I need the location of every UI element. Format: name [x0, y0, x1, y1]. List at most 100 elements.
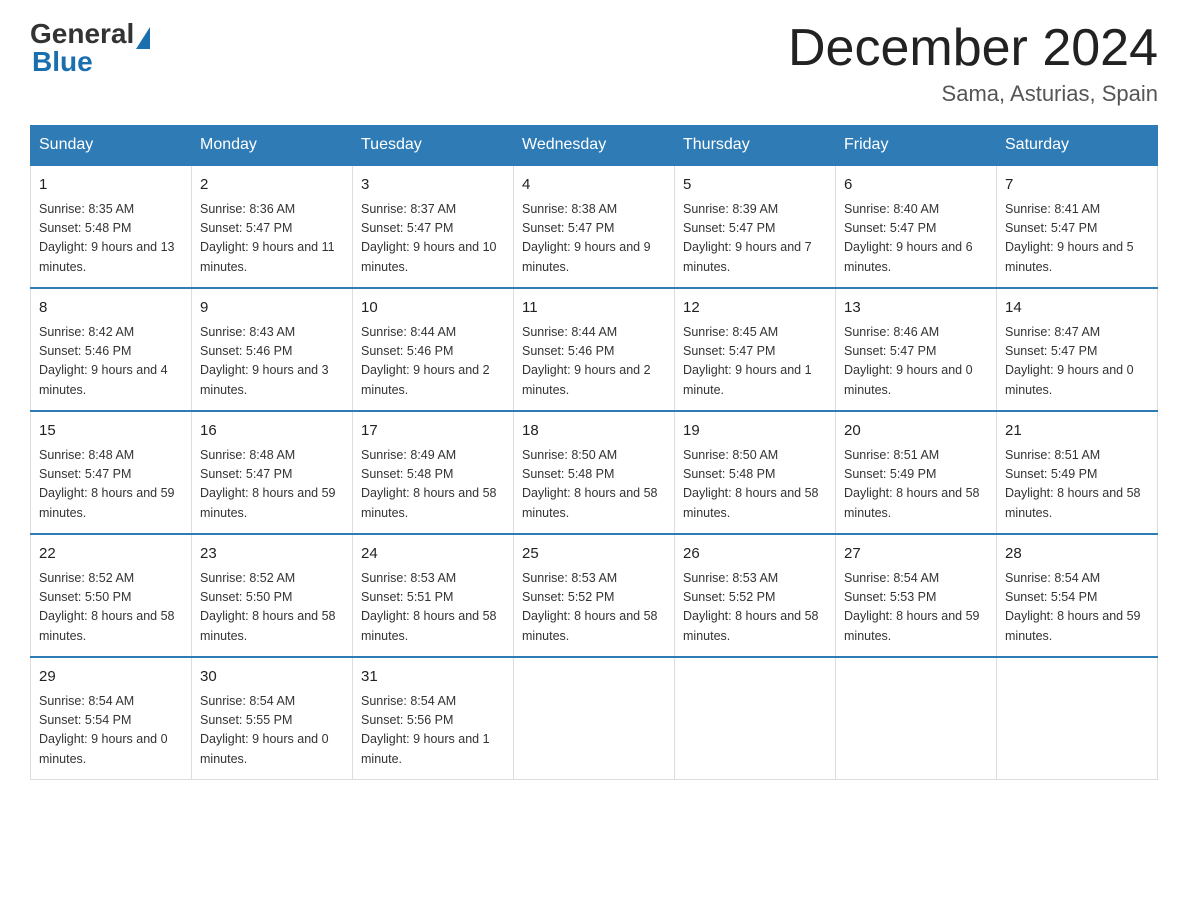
calendar-day-cell: 28 Sunrise: 8:54 AMSunset: 5:54 PMDaylig…: [997, 534, 1158, 657]
calendar-day-cell: 31 Sunrise: 8:54 AMSunset: 5:56 PMDaylig…: [353, 657, 514, 780]
day-number: 27: [844, 543, 988, 566]
calendar-title: December 2024: [788, 20, 1158, 77]
day-info: Sunrise: 8:44 AMSunset: 5:46 PMDaylight:…: [522, 325, 651, 397]
calendar-day-cell: 21 Sunrise: 8:51 AMSunset: 5:49 PMDaylig…: [997, 411, 1158, 534]
day-info: Sunrise: 8:42 AMSunset: 5:46 PMDaylight:…: [39, 325, 168, 397]
calendar-table: SundayMondayTuesdayWednesdayThursdayFrid…: [30, 125, 1158, 780]
day-info: Sunrise: 8:54 AMSunset: 5:54 PMDaylight:…: [1005, 571, 1141, 643]
calendar-week-row: 1 Sunrise: 8:35 AMSunset: 5:48 PMDayligh…: [31, 165, 1158, 288]
day-info: Sunrise: 8:43 AMSunset: 5:46 PMDaylight:…: [200, 325, 329, 397]
day-number: 20: [844, 420, 988, 443]
calendar-day-cell: 13 Sunrise: 8:46 AMSunset: 5:47 PMDaylig…: [836, 288, 997, 411]
day-info: Sunrise: 8:52 AMSunset: 5:50 PMDaylight:…: [39, 571, 175, 643]
day-number: 23: [200, 543, 344, 566]
calendar-empty-cell: [675, 657, 836, 780]
day-number: 16: [200, 420, 344, 443]
calendar-day-cell: 16 Sunrise: 8:48 AMSunset: 5:47 PMDaylig…: [192, 411, 353, 534]
day-info: Sunrise: 8:51 AMSunset: 5:49 PMDaylight:…: [844, 448, 980, 520]
day-number: 31: [361, 666, 505, 689]
weekday-header-monday: Monday: [192, 126, 353, 166]
calendar-empty-cell: [514, 657, 675, 780]
calendar-day-cell: 19 Sunrise: 8:50 AMSunset: 5:48 PMDaylig…: [675, 411, 836, 534]
day-info: Sunrise: 8:53 AMSunset: 5:52 PMDaylight:…: [522, 571, 658, 643]
day-info: Sunrise: 8:44 AMSunset: 5:46 PMDaylight:…: [361, 325, 490, 397]
day-number: 4: [522, 174, 666, 197]
weekday-header-wednesday: Wednesday: [514, 126, 675, 166]
day-info: Sunrise: 8:36 AMSunset: 5:47 PMDaylight:…: [200, 202, 335, 274]
day-number: 25: [522, 543, 666, 566]
day-number: 24: [361, 543, 505, 566]
logo-triangle-icon: [136, 27, 150, 49]
day-number: 9: [200, 297, 344, 320]
day-number: 3: [361, 174, 505, 197]
calendar-day-cell: 8 Sunrise: 8:42 AMSunset: 5:46 PMDayligh…: [31, 288, 192, 411]
calendar-day-cell: 3 Sunrise: 8:37 AMSunset: 5:47 PMDayligh…: [353, 165, 514, 288]
day-number: 2: [200, 174, 344, 197]
day-info: Sunrise: 8:52 AMSunset: 5:50 PMDaylight:…: [200, 571, 336, 643]
day-info: Sunrise: 8:48 AMSunset: 5:47 PMDaylight:…: [200, 448, 336, 520]
day-number: 26: [683, 543, 827, 566]
calendar-day-cell: 23 Sunrise: 8:52 AMSunset: 5:50 PMDaylig…: [192, 534, 353, 657]
calendar-day-cell: 6 Sunrise: 8:40 AMSunset: 5:47 PMDayligh…: [836, 165, 997, 288]
logo-blue: Blue: [32, 48, 93, 76]
day-info: Sunrise: 8:48 AMSunset: 5:47 PMDaylight:…: [39, 448, 175, 520]
day-info: Sunrise: 8:49 AMSunset: 5:48 PMDaylight:…: [361, 448, 497, 520]
day-number: 22: [39, 543, 183, 566]
page-header: General Blue December 2024 Sama, Asturia…: [30, 20, 1158, 107]
day-info: Sunrise: 8:50 AMSunset: 5:48 PMDaylight:…: [522, 448, 658, 520]
weekday-header-tuesday: Tuesday: [353, 126, 514, 166]
calendar-day-cell: 27 Sunrise: 8:54 AMSunset: 5:53 PMDaylig…: [836, 534, 997, 657]
day-info: Sunrise: 8:46 AMSunset: 5:47 PMDaylight:…: [844, 325, 973, 397]
calendar-day-cell: 5 Sunrise: 8:39 AMSunset: 5:47 PMDayligh…: [675, 165, 836, 288]
day-number: 14: [1005, 297, 1149, 320]
calendar-day-cell: 12 Sunrise: 8:45 AMSunset: 5:47 PMDaylig…: [675, 288, 836, 411]
day-info: Sunrise: 8:47 AMSunset: 5:47 PMDaylight:…: [1005, 325, 1134, 397]
day-info: Sunrise: 8:54 AMSunset: 5:55 PMDaylight:…: [200, 694, 329, 766]
day-info: Sunrise: 8:53 AMSunset: 5:51 PMDaylight:…: [361, 571, 497, 643]
calendar-day-cell: 15 Sunrise: 8:48 AMSunset: 5:47 PMDaylig…: [31, 411, 192, 534]
calendar-day-cell: 14 Sunrise: 8:47 AMSunset: 5:47 PMDaylig…: [997, 288, 1158, 411]
day-number: 1: [39, 174, 183, 197]
weekday-header-sunday: Sunday: [31, 126, 192, 166]
calendar-week-row: 8 Sunrise: 8:42 AMSunset: 5:46 PMDayligh…: [31, 288, 1158, 411]
calendar-day-cell: 22 Sunrise: 8:52 AMSunset: 5:50 PMDaylig…: [31, 534, 192, 657]
calendar-day-cell: 4 Sunrise: 8:38 AMSunset: 5:47 PMDayligh…: [514, 165, 675, 288]
calendar-subtitle: Sama, Asturias, Spain: [788, 81, 1158, 107]
calendar-day-cell: 10 Sunrise: 8:44 AMSunset: 5:46 PMDaylig…: [353, 288, 514, 411]
day-number: 17: [361, 420, 505, 443]
day-info: Sunrise: 8:51 AMSunset: 5:49 PMDaylight:…: [1005, 448, 1141, 520]
day-number: 5: [683, 174, 827, 197]
calendar-day-cell: 26 Sunrise: 8:53 AMSunset: 5:52 PMDaylig…: [675, 534, 836, 657]
day-info: Sunrise: 8:53 AMSunset: 5:52 PMDaylight:…: [683, 571, 819, 643]
weekday-header-thursday: Thursday: [675, 126, 836, 166]
day-info: Sunrise: 8:40 AMSunset: 5:47 PMDaylight:…: [844, 202, 973, 274]
calendar-day-cell: 25 Sunrise: 8:53 AMSunset: 5:52 PMDaylig…: [514, 534, 675, 657]
calendar-day-cell: 30 Sunrise: 8:54 AMSunset: 5:55 PMDaylig…: [192, 657, 353, 780]
day-number: 7: [1005, 174, 1149, 197]
day-info: Sunrise: 8:54 AMSunset: 5:54 PMDaylight:…: [39, 694, 168, 766]
day-number: 12: [683, 297, 827, 320]
day-number: 6: [844, 174, 988, 197]
day-number: 8: [39, 297, 183, 320]
day-info: Sunrise: 8:35 AMSunset: 5:48 PMDaylight:…: [39, 202, 175, 274]
calendar-day-cell: 11 Sunrise: 8:44 AMSunset: 5:46 PMDaylig…: [514, 288, 675, 411]
day-number: 19: [683, 420, 827, 443]
day-info: Sunrise: 8:54 AMSunset: 5:56 PMDaylight:…: [361, 694, 490, 766]
day-number: 11: [522, 297, 666, 320]
calendar-day-cell: 2 Sunrise: 8:36 AMSunset: 5:47 PMDayligh…: [192, 165, 353, 288]
calendar-day-cell: 18 Sunrise: 8:50 AMSunset: 5:48 PMDaylig…: [514, 411, 675, 534]
day-number: 28: [1005, 543, 1149, 566]
day-info: Sunrise: 8:39 AMSunset: 5:47 PMDaylight:…: [683, 202, 812, 274]
day-number: 10: [361, 297, 505, 320]
calendar-day-cell: 1 Sunrise: 8:35 AMSunset: 5:48 PMDayligh…: [31, 165, 192, 288]
calendar-day-cell: 17 Sunrise: 8:49 AMSunset: 5:48 PMDaylig…: [353, 411, 514, 534]
day-number: 18: [522, 420, 666, 443]
day-info: Sunrise: 8:45 AMSunset: 5:47 PMDaylight:…: [683, 325, 812, 397]
weekday-header-saturday: Saturday: [997, 126, 1158, 166]
calendar-day-cell: 7 Sunrise: 8:41 AMSunset: 5:47 PMDayligh…: [997, 165, 1158, 288]
day-info: Sunrise: 8:38 AMSunset: 5:47 PMDaylight:…: [522, 202, 651, 274]
day-info: Sunrise: 8:50 AMSunset: 5:48 PMDaylight:…: [683, 448, 819, 520]
day-number: 30: [200, 666, 344, 689]
day-info: Sunrise: 8:37 AMSunset: 5:47 PMDaylight:…: [361, 202, 497, 274]
calendar-empty-cell: [997, 657, 1158, 780]
